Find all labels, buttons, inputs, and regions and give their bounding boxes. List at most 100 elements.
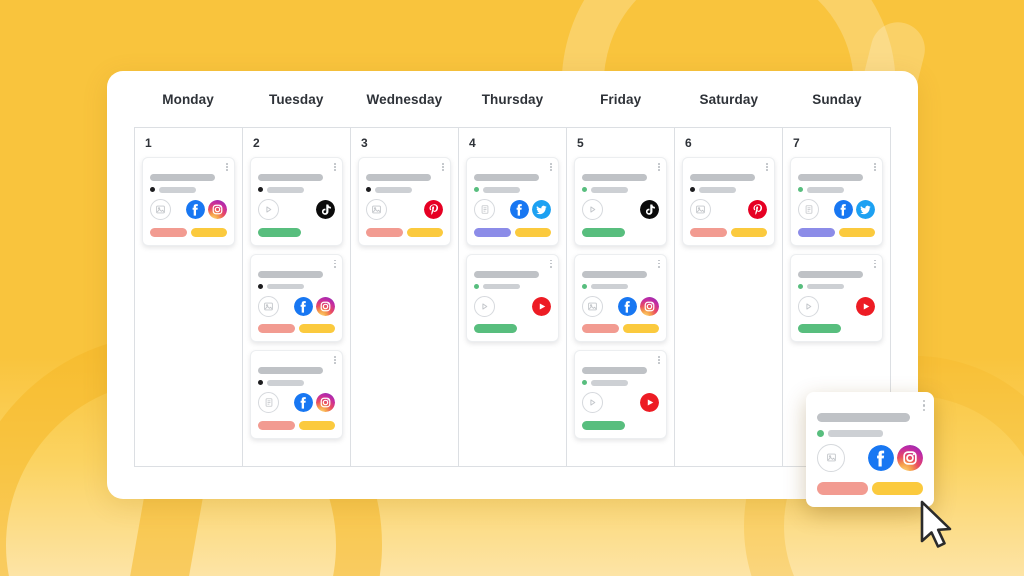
tiktok-icon[interactable] [640,200,659,219]
post-social-group [640,200,659,219]
post-subtitle-placeholder [591,380,628,386]
post-card[interactable] [574,350,667,439]
post-tag-row [474,227,551,237]
post-tag-row [258,324,335,333]
video-icon [798,295,819,317]
facebook-icon[interactable] [294,393,313,412]
facebook-icon[interactable] [618,296,637,316]
post-card[interactable] [250,253,343,342]
twitter-icon[interactable] [532,200,551,219]
calendar-day-column[interactable]: 4 [459,128,567,467]
post-status-dot [258,283,263,289]
calendar-day-column[interactable]: 1 [135,128,243,467]
facebook-icon[interactable] [868,444,894,471]
post-title-placeholder [798,270,863,278]
more-vertical-icon[interactable] [766,163,768,172]
image-icon [150,199,171,220]
post-social-group [640,393,659,412]
pinterest-icon[interactable] [748,200,767,219]
post-card[interactable] [790,253,883,342]
instagram-icon[interactable] [640,296,659,316]
facebook-icon[interactable] [294,296,313,316]
post-status-dot [150,187,155,193]
post-card[interactable] [574,253,667,342]
instagram-icon[interactable] [316,296,335,316]
post-card[interactable] [574,157,667,246]
instagram-icon[interactable] [897,444,923,471]
post-card[interactable] [466,157,559,246]
instagram-icon[interactable] [316,393,335,412]
more-vertical-icon[interactable] [334,356,336,365]
more-vertical-icon[interactable] [922,400,925,412]
post-title-placeholder [258,367,323,374]
post-tag [190,227,227,237]
post-meta-row [690,187,767,193]
instagram-icon[interactable] [208,200,227,219]
post-status-dot [798,187,803,193]
more-vertical-icon[interactable] [334,163,336,172]
post-tag [514,227,551,237]
facebook-icon[interactable] [186,200,205,219]
more-vertical-icon[interactable] [226,163,228,172]
post-meta-row [582,380,659,386]
post-card[interactable] [358,157,451,246]
article-icon [474,199,495,220]
day-number: 4 [469,136,476,150]
youtube-icon[interactable] [532,296,551,316]
calendar-day-column[interactable]: 3 [351,128,459,467]
more-vertical-icon[interactable] [658,259,660,268]
post-tag [582,324,619,333]
calendar-day-column[interactable]: 6 [675,128,783,467]
post-subtitle-placeholder [699,187,736,193]
video-icon [258,199,279,220]
post-card[interactable] [250,350,343,439]
more-vertical-icon[interactable] [874,259,876,268]
post-meta-row [798,283,875,289]
day-number: 1 [145,136,152,150]
post-tag-row [690,227,767,237]
post-meta-row [258,187,335,193]
youtube-icon[interactable] [640,393,659,412]
post-title-placeholder [258,174,323,181]
dragged-post-card[interactable] [806,392,934,507]
post-card[interactable] [466,253,559,342]
more-vertical-icon[interactable] [550,259,552,268]
post-tag [474,227,511,237]
post-status-dot [582,380,587,386]
twitter-icon[interactable] [856,200,875,219]
more-vertical-icon[interactable] [550,163,552,172]
post-card[interactable] [790,157,883,246]
post-icon-row [474,199,551,220]
youtube-icon[interactable] [856,296,875,316]
post-tag [798,324,842,333]
more-vertical-icon[interactable] [658,163,660,172]
weekday-header-monday: Monday [162,91,214,107]
more-vertical-icon[interactable] [658,356,660,365]
pinterest-icon[interactable] [424,200,443,219]
post-social-group [532,296,551,316]
post-tag [582,227,626,237]
post-title-placeholder [817,413,911,422]
weekday-header-sunday: Sunday [812,91,862,107]
more-vertical-icon[interactable] [334,259,336,268]
tiktok-icon[interactable] [316,200,335,219]
more-vertical-icon[interactable] [442,163,444,172]
calendar-day-column[interactable]: 5 [567,128,675,467]
post-tag [798,227,835,237]
post-subtitle-placeholder [807,283,844,289]
calendar-day-column[interactable]: 2 [243,128,351,467]
post-tag-row [582,324,659,333]
post-icon-row [582,199,659,220]
post-title-placeholder [582,174,647,181]
post-card[interactable] [250,157,343,246]
post-card[interactable] [682,157,775,246]
day-number: 2 [253,136,260,150]
more-vertical-icon[interactable] [874,163,876,172]
post-social-group [424,200,443,219]
post-tag-row [817,482,923,495]
facebook-icon[interactable] [834,200,853,219]
post-meta-row [474,283,551,289]
post-card[interactable] [142,157,235,246]
post-subtitle-placeholder [159,187,196,193]
facebook-icon[interactable] [510,200,529,219]
